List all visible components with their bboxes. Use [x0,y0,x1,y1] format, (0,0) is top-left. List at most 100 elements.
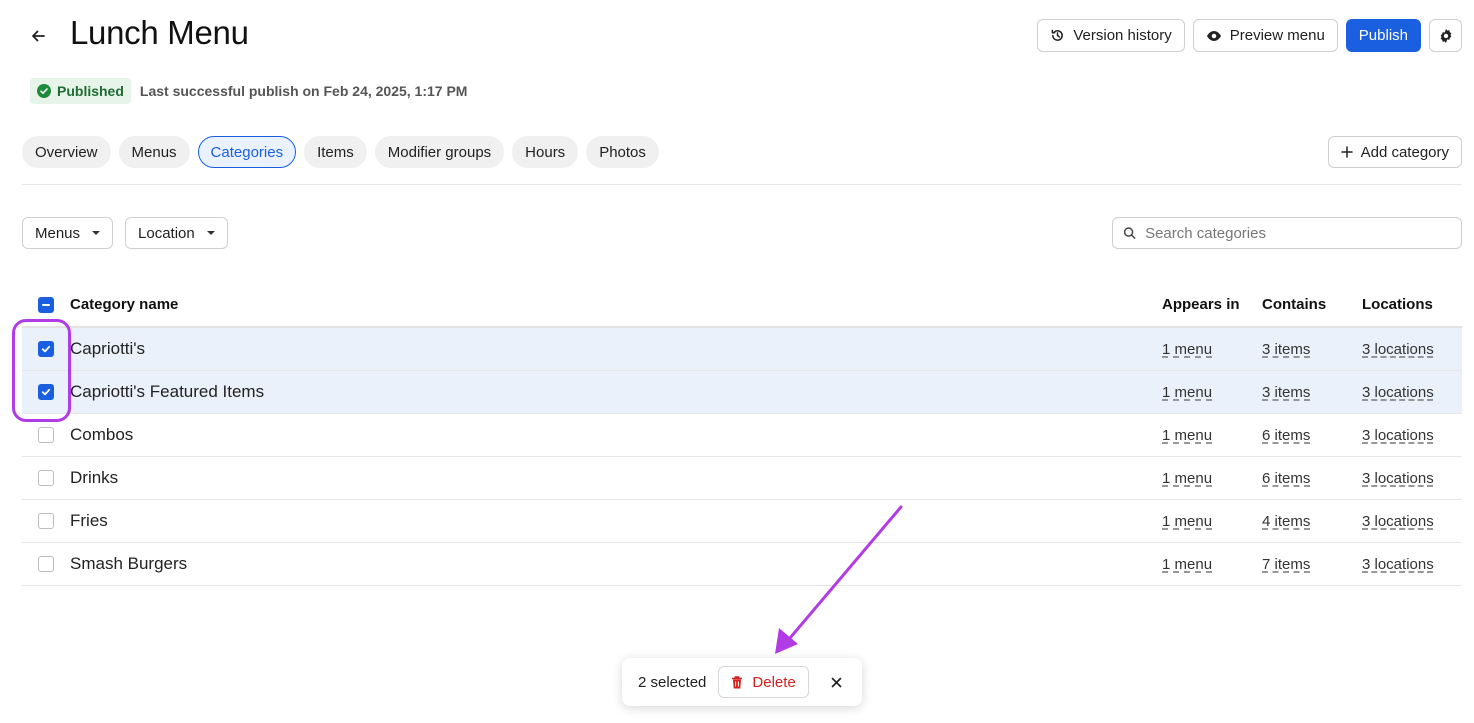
appears-in-link[interactable]: 1 menu [1162,513,1212,530]
trash-icon [732,675,743,688]
tab-bar: Overview Menus Categories Items Modifier… [22,136,659,168]
contains-link[interactable]: 6 items [1262,470,1310,487]
tab-label: Categories [210,143,284,161]
contains-link[interactable]: 3 items [1262,341,1310,358]
divider [22,184,1462,185]
check-icon [41,388,51,396]
version-history-label: Version history [1073,27,1172,44]
locations-link[interactable]: 3 locations [1362,513,1434,530]
tab-categories[interactable]: Categories [197,136,297,168]
tab-label: Hours [525,143,566,161]
history-icon [1051,29,1064,41]
row-checkbox[interactable] [38,427,54,443]
last-publish-text: Last successful publish on Feb 24, 2025,… [139,83,468,99]
close-icon [831,677,842,687]
page-title: Lunch Menu [70,14,249,51]
appears-in-link[interactable]: 1 menu [1162,470,1212,487]
menus-filter-dropdown[interactable]: Menus [22,217,114,249]
check-circle-icon [37,84,51,98]
categories-table: Category name Appears in Contains Locati… [22,283,1462,586]
check-icon [41,345,51,353]
appears-in-link[interactable]: 1 menu [1162,384,1212,401]
locations-link[interactable]: 3 locations [1362,427,1434,444]
status-badge-label: Published [57,83,124,99]
plus-icon [1340,146,1353,158]
tab-hours[interactable]: Hours [512,136,579,168]
tab-overview[interactable]: Overview [22,136,111,168]
status-badge: Published [30,78,131,104]
caret-down-icon [92,231,101,235]
column-header-name: Category name [70,296,179,313]
publish-label: Publish [1358,27,1408,44]
table-row[interactable]: Combos 1 menu 6 items 3 locations [22,414,1462,457]
location-filter-label: Location [138,224,195,242]
category-name: Drinks [70,468,119,487]
contains-link[interactable]: 6 items [1262,427,1310,444]
category-name: Fries [70,511,108,530]
publish-button[interactable]: Publish [1345,19,1421,52]
add-category-button[interactable]: Add category [1327,136,1462,168]
preview-menu-button[interactable]: Preview menu [1192,19,1338,52]
add-category-label: Add category [1360,143,1449,161]
table-row[interactable]: Capriotti's 1 menu 3 items 3 locations [22,328,1462,371]
table-header: Category name Appears in Contains Locati… [22,283,1462,328]
publish-status-row: Published Last successful publish on Feb… [30,78,467,104]
select-all-cell [22,296,70,313]
arrow-left-icon [32,30,45,42]
delete-label: Delete [752,673,796,691]
tab-modifier-groups[interactable]: Modifier groups [374,136,505,168]
version-history-button[interactable]: Version history [1037,19,1185,52]
column-header-contains: Contains [1262,296,1327,313]
locations-link[interactable]: 3 locations [1362,556,1434,573]
locations-link[interactable]: 3 locations [1362,470,1434,487]
row-checkbox[interactable] [38,384,54,400]
category-name: Capriotti's Featured Items [70,382,265,401]
column-header-locations: Locations [1362,296,1433,313]
tab-items[interactable]: Items [304,136,367,168]
location-filter-dropdown[interactable]: Location [125,217,228,249]
menus-filter-label: Menus [35,224,81,242]
selected-count: 2 selected [638,673,707,691]
tab-menus[interactable]: Menus [118,136,190,168]
tab-label: Modifier groups [387,143,492,161]
locations-link[interactable]: 3 locations [1362,341,1434,358]
caret-down-icon [206,231,215,235]
locations-link[interactable]: 3 locations [1362,384,1434,401]
table-row[interactable]: Capriotti's Featured Items 1 menu 3 item… [22,371,1462,414]
contains-link[interactable]: 7 items [1262,556,1310,573]
bulk-action-bar: 2 selected Delete [622,658,862,706]
table-row[interactable]: Smash Burgers 1 menu 7 items 3 locations [22,543,1462,586]
column-header-appears-in: Appears in [1162,296,1240,313]
settings-button[interactable] [1429,19,1462,52]
category-name: Combos [70,425,134,444]
back-button[interactable] [26,24,50,48]
row-checkbox[interactable] [38,341,54,357]
tab-label: Items [317,143,354,161]
filter-bar: Menus Location [22,217,228,249]
contains-link[interactable]: 4 items [1262,513,1310,530]
table-row[interactable]: Fries 1 menu 4 items 3 locations [22,500,1462,543]
search-icon [1123,227,1136,239]
eye-icon [1206,30,1221,41]
category-name: Capriotti's [70,339,146,358]
appears-in-link[interactable]: 1 menu [1162,427,1212,444]
select-all-checkbox[interactable] [38,296,54,313]
tab-photos[interactable]: Photos [586,136,659,168]
tab-label: Photos [599,143,646,161]
appears-in-link[interactable]: 1 menu [1162,556,1212,573]
row-checkbox[interactable] [38,470,54,486]
minus-icon [42,303,50,306]
category-name: Smash Burgers [70,554,188,573]
contains-link[interactable]: 3 items [1262,384,1310,401]
search-box [1112,217,1462,249]
close-action-bar-button[interactable] [825,670,849,694]
appears-in-link[interactable]: 1 menu [1162,341,1212,358]
row-checkbox[interactable] [38,556,54,572]
row-checkbox[interactable] [38,513,54,529]
tab-label: Overview [35,143,98,161]
search-input[interactable] [1145,224,1451,242]
table-row[interactable]: Drinks 1 menu 6 items 3 locations [22,457,1462,500]
tab-label: Menus [131,143,177,161]
header-actions: Version history Preview menu Publish [1037,19,1462,52]
delete-button[interactable]: Delete [718,666,809,698]
